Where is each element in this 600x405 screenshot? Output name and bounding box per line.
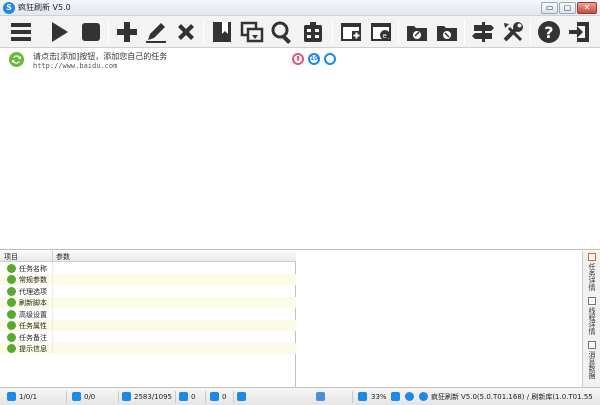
side-tab-bar: 任务详情 线程详情 消息数据	[582, 251, 600, 387]
status-errors: 0	[222, 393, 227, 401]
grid-row-attributes[interactable]: 任务属性	[0, 320, 296, 331]
svg-text:e: e	[383, 32, 387, 40]
column-param[interactable]: 参数	[56, 252, 70, 262]
close-button[interactable]: ✕	[577, 2, 597, 14]
thread-icon	[72, 392, 81, 401]
grid-row-prompt[interactable]: 提示信息	[0, 343, 296, 354]
page-icon	[7, 392, 16, 401]
grid-row-notes[interactable]: 任务备注	[0, 332, 296, 343]
error-icon	[210, 392, 219, 401]
message-icon	[7, 344, 16, 353]
check-icon[interactable]	[237, 392, 246, 401]
tab-message-data[interactable]: 消息数据	[584, 341, 600, 379]
status-app-name: 疯狂刷新	[431, 393, 459, 401]
menu-icon[interactable]	[8, 19, 34, 45]
task-url-text: http://www.baidu.com	[33, 62, 118, 70]
task-list-area[interactable]: 请点击[添加]按钮，添加您自己的任务 http://www.baidu.com …	[0, 48, 600, 250]
exit-icon[interactable]	[566, 19, 592, 45]
status-bar: 1/0/1 0/0 2583/1095 0 0 33% 疯狂刷新 V5.0(5.…	[0, 387, 600, 405]
status-counts: 2583/1095	[134, 393, 172, 401]
window-title: 疯狂刷新 V5.0	[18, 3, 71, 12]
tools-icon[interactable]	[500, 19, 526, 45]
down-arrow-icon	[179, 392, 188, 401]
grid-header: 项目 参数	[0, 251, 296, 262]
thread-details-icon	[588, 297, 596, 305]
task-details-icon	[588, 253, 596, 261]
clock-icon[interactable]	[405, 392, 414, 401]
list-icon	[7, 275, 16, 284]
folder-save-icon[interactable]	[434, 19, 460, 45]
settings-icon	[7, 310, 16, 319]
monitor-icon	[316, 392, 325, 401]
interval-badge: 10	[308, 53, 320, 65]
status-pages: 1/0/1	[19, 393, 38, 401]
grid-row-task-name[interactable]: 任务名称	[0, 263, 296, 274]
play-icon[interactable]	[46, 19, 72, 45]
speaker-icon[interactable]	[391, 392, 400, 401]
folder-open-icon[interactable]	[404, 19, 430, 45]
maximize-button[interactable]: ▢	[559, 2, 576, 14]
script-icon	[7, 298, 16, 307]
notes-icon	[7, 333, 16, 342]
add-window-icon[interactable]	[338, 19, 364, 45]
title-bar: S 疯狂刷新 V5.0 ▭ ▢ ✕	[0, 0, 600, 16]
attribute-icon	[7, 321, 16, 330]
up-arrow-icon	[122, 392, 131, 401]
grid-row-general[interactable]: 常规参数	[0, 274, 296, 285]
bookmark-icon[interactable]	[209, 19, 235, 45]
edit-icon[interactable]	[143, 19, 169, 45]
task-hint-text: 请点击[添加]按钮，添加您自己的任务	[33, 52, 168, 61]
calculator-icon[interactable]	[300, 19, 326, 45]
bookmark-badge-icon: ▮	[292, 53, 304, 65]
grid-row-advanced[interactable]: 高级设置	[0, 309, 296, 320]
cpu-icon	[358, 392, 367, 401]
property-grid: 项目 参数 任务名称 常规参数 代理选项 刷新脚本 高级设置 任务属性 任务备注…	[0, 251, 296, 387]
stop-icon[interactable]	[78, 19, 104, 45]
user-icon	[7, 264, 16, 273]
app-logo-icon: S	[3, 2, 15, 14]
message-data-icon	[588, 341, 596, 349]
status-zoom: 33%	[371, 393, 387, 401]
add-icon[interactable]	[114, 19, 140, 45]
status-threads: 0/0	[84, 393, 96, 401]
refresh-task-icon	[9, 52, 24, 67]
status-circle-icon	[324, 53, 336, 65]
toolbar: e ?	[0, 16, 600, 48]
sign-post-icon[interactable]	[470, 19, 496, 45]
search-icon[interactable]	[269, 19, 295, 45]
app-status-icon	[419, 392, 428, 401]
proxy-icon	[7, 287, 16, 296]
delete-icon[interactable]	[173, 19, 199, 45]
detail-panel	[297, 251, 582, 387]
minimize-button[interactable]: ▭	[541, 2, 558, 14]
tab-task-details[interactable]: 任务详情	[584, 253, 600, 291]
status-down: 0	[191, 393, 196, 401]
refresh-icon[interactable]	[239, 19, 265, 45]
help-icon[interactable]: ?	[536, 19, 562, 45]
grid-row-script[interactable]: 刷新脚本	[0, 297, 296, 308]
tab-thread-details[interactable]: 线程详情	[584, 297, 600, 335]
status-version: V5.0(5.0.T01.168) / 刷新库(1.0.T01.55	[461, 393, 593, 401]
svg-text:?: ?	[544, 23, 553, 42]
grid-row-proxy[interactable]: 代理选项	[0, 286, 296, 297]
column-item[interactable]: 项目	[4, 252, 18, 262]
ie-icon[interactable]: e	[368, 19, 394, 45]
